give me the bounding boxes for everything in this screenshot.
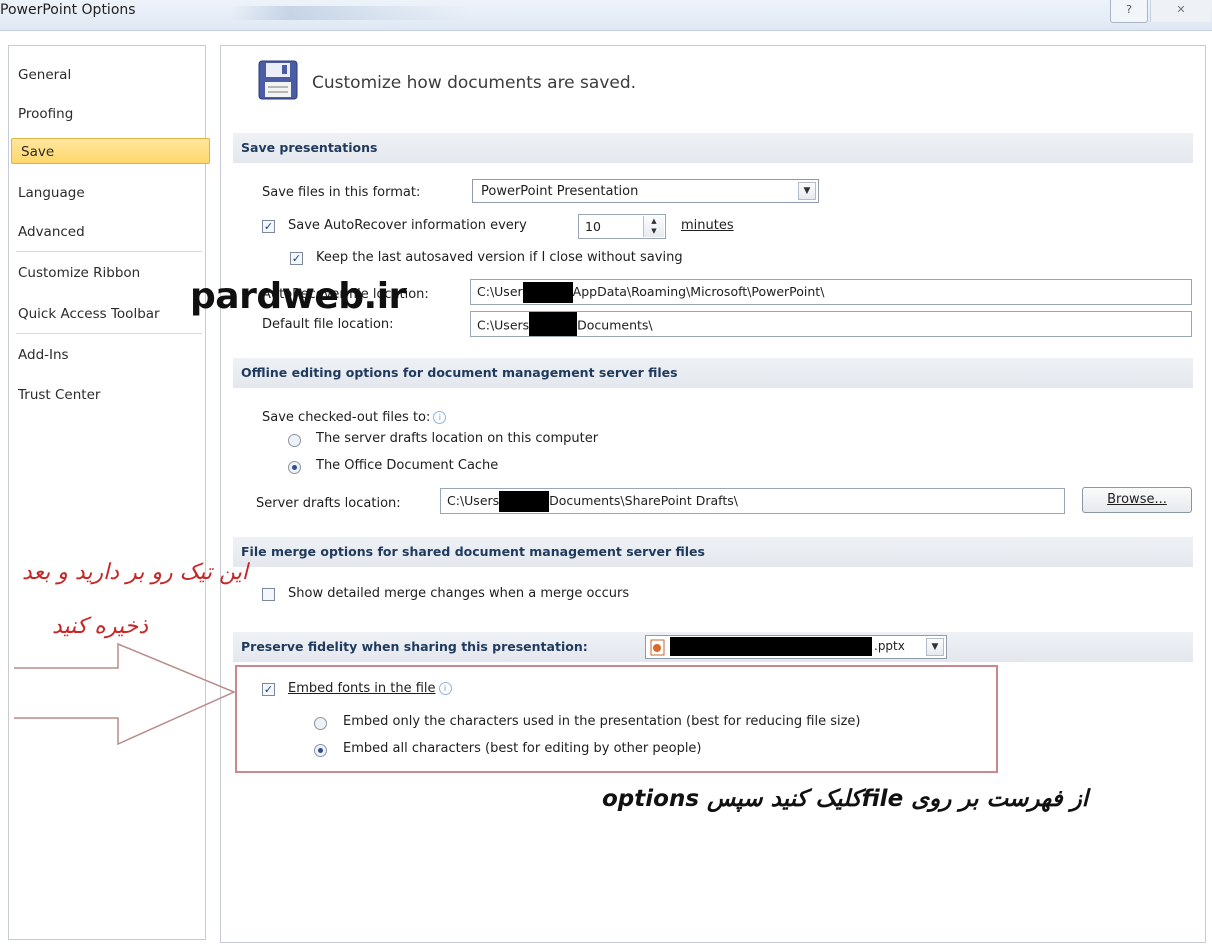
nav-divider: [16, 333, 202, 334]
embed-fonts-label: Embed fonts in the file i: [288, 681, 452, 696]
title-bar: [0, 0, 1212, 31]
redaction-bar: [522, 282, 573, 303]
minutes-label: minutes: [681, 218, 734, 233]
save-disk-icon: [258, 60, 298, 100]
section-header-offline-editing: Offline editing options for document man…: [233, 358, 1193, 388]
pptx-file-icon: [650, 639, 665, 656]
server-drafts-option-label: The server drafts location on this compu…: [316, 431, 599, 446]
redaction-bar: [670, 637, 872, 656]
nav-item-add-ins[interactable]: Add-Ins: [9, 342, 203, 368]
default-location-label: Default file location:: [262, 317, 394, 332]
autorecover-minutes-spinner[interactable]: 10 ▲ ▼: [578, 214, 666, 239]
nav-item-trust-center[interactable]: Trust Center: [9, 382, 203, 408]
spinner-arrows-icon[interactable]: ▲ ▼: [643, 216, 664, 237]
autorecover-location-suffix: AppData\Roaming\Microsoft\PowerPoint\: [572, 284, 825, 299]
embed-fonts-checkbox[interactable]: ✓: [262, 683, 275, 696]
nav-item-language[interactable]: Language: [9, 180, 203, 206]
annotation-red-note-line2: ذخیره کنید: [52, 614, 148, 639]
nav-item-save[interactable]: Save: [11, 138, 210, 164]
autorecover-checkbox[interactable]: ✓: [262, 220, 275, 233]
radio-server-drafts[interactable]: [288, 434, 301, 447]
chevron-down-icon[interactable]: ▼: [926, 638, 944, 656]
annotation-arrow-icon: [14, 642, 236, 746]
page-heading: Customize how documents are saved.: [312, 73, 637, 93]
default-location-prefix: C:\Users: [477, 317, 530, 333]
default-location-suffix: Documents\: [577, 317, 653, 333]
show-detailed-merge-checkbox[interactable]: [262, 588, 275, 601]
section-header-file-merge: File merge options for shared document m…: [233, 537, 1193, 567]
fidelity-file-suffix: .pptx: [874, 639, 905, 653]
nav-item-proofing[interactable]: Proofing: [9, 101, 203, 127]
autorecover-location-prefix: C:\User: [477, 284, 523, 299]
nav-item-advanced[interactable]: Advanced: [9, 219, 203, 245]
watermark-text: pardweb.ir: [190, 276, 406, 317]
title-bar-decoration: [230, 6, 470, 20]
close-button[interactable]: ✕: [1150, 0, 1211, 22]
info-icon: i: [433, 411, 447, 424]
section-header-save-presentations: Save presentations: [233, 133, 1193, 163]
redaction-bar: [499, 491, 550, 512]
nav-item-customize-ribbon[interactable]: Customize Ribbon: [9, 260, 203, 286]
annotation-instruction-note: از فهرست بر روی fileکلیک کنید سپس option…: [602, 786, 1089, 812]
browse-button[interactable]: Browse...: [1082, 487, 1192, 513]
embed-only-used-label: Embed only the characters used in the pr…: [343, 714, 861, 729]
server-drafts-suffix: Documents\SharePoint Drafts\: [549, 493, 738, 508]
fidelity-presentation-dropdown[interactable]: .pptx ▼: [645, 635, 947, 659]
autorecover-minutes-value: 10: [585, 219, 601, 234]
save-format-dropdown[interactable]: PowerPoint Presentation ▼: [472, 179, 819, 203]
format-label: Save files in this format:: [262, 185, 421, 200]
browse-button-label: Browse...: [1107, 492, 1167, 507]
window-title: PowerPoint Options: [0, 2, 136, 18]
redaction-bar: [529, 312, 578, 336]
autorecover-location-field[interactable]: C:\User AppData\Roaming\Microsoft\PowerPo…: [470, 279, 1192, 305]
embed-all-label: Embed all characters (best for editing b…: [343, 741, 702, 756]
autorecover-label: Save AutoRecover information every: [288, 218, 527, 233]
nav-item-quick-access-toolbar[interactable]: Quick Access Toolbar: [9, 301, 203, 327]
save-format-value: PowerPoint Presentation: [481, 184, 639, 199]
radio-office-document-cache[interactable]: [288, 461, 301, 474]
default-location-field[interactable]: C:\Users Documents\: [470, 311, 1192, 337]
nav-divider: [16, 251, 202, 252]
keep-last-autosaved-checkbox[interactable]: ✓: [290, 252, 303, 265]
server-drafts-location-label: Server drafts location:: [256, 496, 401, 511]
save-checked-out-label: Save checked-out files to: i: [262, 410, 447, 425]
office-cache-option-label: The Office Document Cache: [316, 458, 499, 473]
radio-embed-all[interactable]: [314, 744, 327, 757]
chevron-down-icon[interactable]: ▼: [798, 182, 816, 200]
server-drafts-prefix: C:\Users: [447, 493, 500, 508]
keep-last-autosaved-label: Keep the last autosaved version if I clo…: [316, 250, 683, 265]
nav-item-general[interactable]: General: [9, 62, 203, 88]
help-button[interactable]: ?: [1110, 0, 1148, 23]
radio-embed-only-used[interactable]: [314, 717, 327, 730]
server-drafts-location-field[interactable]: C:\Users Documents\SharePoint Drafts\: [440, 488, 1065, 514]
show-detailed-merge-label: Show detailed merge changes when a merge…: [288, 586, 630, 601]
annotation-red-note-line1: این تیک رو بر دارید و بعد: [21, 560, 248, 585]
info-icon: i: [438, 682, 452, 695]
